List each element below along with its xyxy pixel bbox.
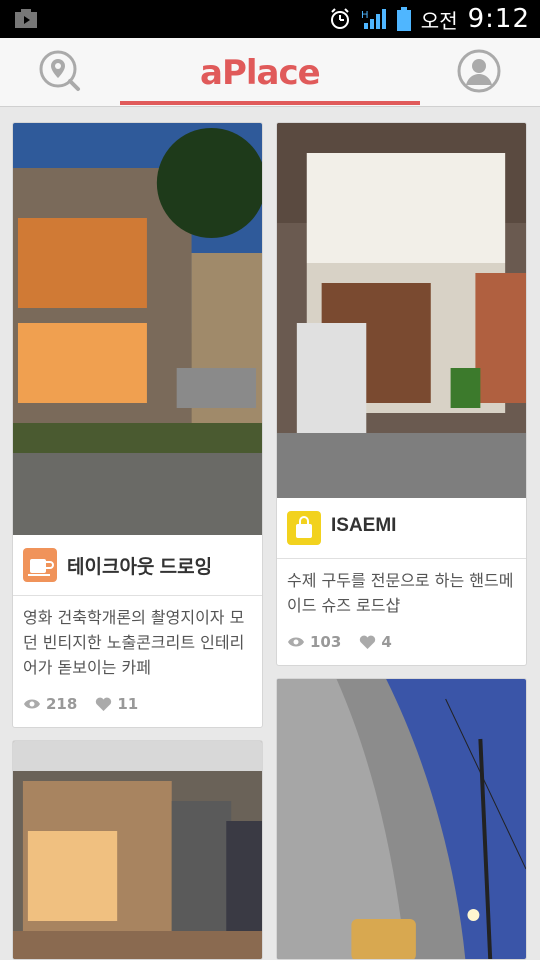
place-card[interactable] xyxy=(276,678,527,960)
place-photo xyxy=(13,741,262,959)
heart-icon[interactable] xyxy=(359,635,376,650)
signal-icon: H xyxy=(361,9,386,29)
alarm-icon xyxy=(330,8,349,29)
shopping-bag-icon xyxy=(287,511,321,545)
heart-icon[interactable] xyxy=(95,697,112,712)
place-photo xyxy=(277,123,526,498)
status-ampm: 오전 xyxy=(420,8,458,33)
app-bar: aPlace xyxy=(0,38,540,107)
battery-icon xyxy=(396,7,411,31)
place-stats: 218 11 xyxy=(23,694,138,714)
eye-icon xyxy=(288,637,304,647)
place-description: 수제 구두를 전문으로 하는 핸드메이드 슈즈 로드샵 xyxy=(287,571,514,615)
place-title: 테이크아웃 드로잉 xyxy=(67,557,213,578)
place-card[interactable] xyxy=(12,740,263,960)
view-count: 103 xyxy=(310,633,342,651)
status-time: 9:12 xyxy=(467,4,530,34)
place-card[interactable]: 테이크아웃 드로잉 영화 건축학개론의 촬영지이자 모던 빈티지한 노출콘크리트… xyxy=(12,122,263,728)
like-count: 11 xyxy=(117,695,139,713)
card-title-row: 테이크아웃 드로잉 xyxy=(13,535,262,596)
place-photo xyxy=(277,679,526,959)
view-count: 218 xyxy=(46,695,78,713)
card-title-row: ISAEMI xyxy=(277,498,526,559)
place-photo xyxy=(13,123,262,535)
svg-text:H: H xyxy=(361,10,369,21)
place-card[interactable]: ISAEMI 수제 구두를 전문으로 하는 핸드메이드 슈즈 로드샵 103 4 xyxy=(276,122,527,666)
place-stats: 103 4 xyxy=(287,632,392,652)
like-count: 4 xyxy=(381,633,392,651)
notification-icon xyxy=(15,9,37,28)
eye-icon xyxy=(24,699,40,709)
profile-icon[interactable] xyxy=(456,48,502,94)
location-search-icon[interactable] xyxy=(36,48,82,94)
svg-text:aPlace: aPlace xyxy=(200,53,320,93)
active-tab-indicator xyxy=(120,101,420,105)
app-logo: aPlace xyxy=(200,53,321,93)
place-title: ISAEMI xyxy=(331,515,397,536)
status-bar: H 오전 9:12 xyxy=(0,0,540,38)
coffee-cup-icon xyxy=(23,548,57,582)
place-description: 영화 건축학개론의 촬영지이자 모던 빈티지한 노출콘크리트 인테리어가 돋보이… xyxy=(23,608,245,677)
